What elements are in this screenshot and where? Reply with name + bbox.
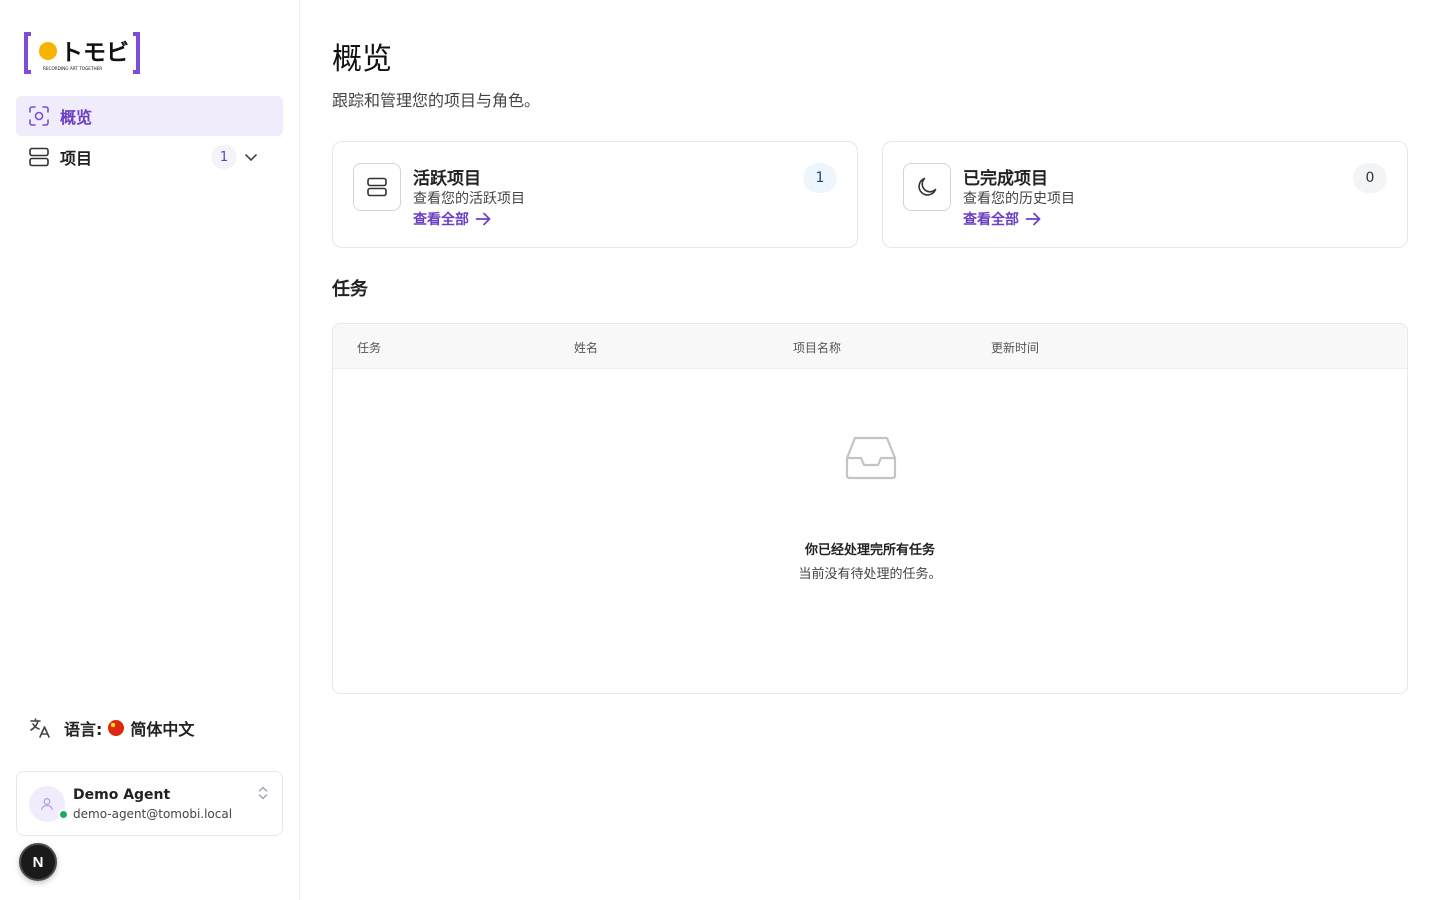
view-all-label: 查看全部 bbox=[963, 212, 1019, 228]
language-selector[interactable]: 语言: 简体中文 bbox=[28, 714, 194, 742]
card-description: 查看您的活跃项目 bbox=[413, 191, 525, 207]
chevrons-up-down-icon bbox=[258, 786, 268, 800]
page-title: 概览 bbox=[332, 42, 392, 77]
brand-logo-mark: トモビ RECORDING ART TOGETHER bbox=[24, 32, 140, 74]
page-subtitle: 跟踪和管理您的项目与角色。 bbox=[332, 91, 541, 110]
sidebar-item-label: 项目 bbox=[60, 149, 93, 168]
table-header: 任务 姓名 项目名称 更新时间 bbox=[333, 324, 1407, 369]
dev-tools-label: N bbox=[32, 853, 44, 871]
active-projects-card: 活跃项目 查看您的活跃项目 查看全部 1 bbox=[332, 141, 858, 248]
language-name: 简体中文 bbox=[130, 720, 195, 739]
count-badge: 1 bbox=[211, 145, 237, 169]
layers-icon bbox=[28, 146, 50, 168]
empty-state-description: 当前没有待处理的任务。 bbox=[798, 567, 942, 582]
scan-icon bbox=[28, 105, 50, 127]
chevron-down-icon[interactable] bbox=[243, 149, 259, 165]
card-title: 已完成项目 bbox=[963, 169, 1048, 189]
dev-tools-button[interactable]: N bbox=[19, 843, 57, 881]
completed-projects-card: 已完成项目 查看您的历史项目 查看全部 0 bbox=[882, 141, 1408, 248]
card-title: 活跃项目 bbox=[413, 169, 481, 189]
empty-state-title: 你已经处理完所有任务 bbox=[804, 543, 935, 558]
column-header-name[interactable]: 姓名 bbox=[574, 339, 598, 356]
count-badge: 0 bbox=[1353, 163, 1387, 193]
tasks-table: 任务 姓名 项目名称 更新时间 你已经处理完所有任务 当前没有待处理的任务。 bbox=[332, 323, 1408, 694]
user-icon bbox=[40, 798, 54, 811]
svg-text:トモビ: トモビ bbox=[60, 40, 129, 66]
brand-logo[interactable]: トモビ RECORDING ART TOGETHER bbox=[24, 32, 140, 74]
column-header-task[interactable]: 任务 bbox=[357, 339, 381, 356]
inbox-icon bbox=[845, 436, 897, 480]
column-header-project-name[interactable]: 项目名称 bbox=[793, 339, 841, 356]
arrow-right-icon bbox=[475, 212, 491, 226]
card-description: 查看您的历史项目 bbox=[963, 191, 1075, 207]
sidebar-item-label: 概览 bbox=[60, 108, 93, 127]
arrow-right-icon bbox=[1025, 212, 1041, 226]
language-label: 语言: bbox=[64, 720, 103, 739]
layers-icon bbox=[353, 163, 401, 211]
view-all-active-link[interactable]: 查看全部 bbox=[413, 209, 491, 229]
view-all-completed-link[interactable]: 查看全部 bbox=[963, 209, 1041, 229]
user-name: Demo Agent bbox=[73, 787, 171, 803]
view-all-label: 查看全部 bbox=[413, 212, 469, 228]
moon-icon bbox=[903, 163, 951, 211]
tasks-section-title: 任务 bbox=[332, 279, 368, 300]
translate-icon bbox=[30, 718, 50, 738]
sidebar-item-overview[interactable]: 概览 bbox=[16, 96, 283, 136]
user-email: demo-agent@tomobi.local bbox=[73, 807, 233, 821]
svg-text:RECORDING ART TOGETHER: RECORDING ART TOGETHER bbox=[43, 66, 102, 71]
cn-flag-icon bbox=[108, 720, 125, 736]
online-status-indicator bbox=[58, 809, 69, 820]
user-menu[interactable]: Demo Agent demo-agent@tomobi.local bbox=[16, 771, 283, 836]
column-header-updated-time[interactable]: 更新时间 bbox=[991, 339, 1039, 356]
count-badge: 1 bbox=[803, 163, 837, 193]
sidebar: トモビ RECORDING ART TOGETHER 概览 项目 1 语言: 简… bbox=[0, 0, 300, 900]
sidebar-item-projects[interactable]: 项目 1 bbox=[16, 137, 283, 177]
